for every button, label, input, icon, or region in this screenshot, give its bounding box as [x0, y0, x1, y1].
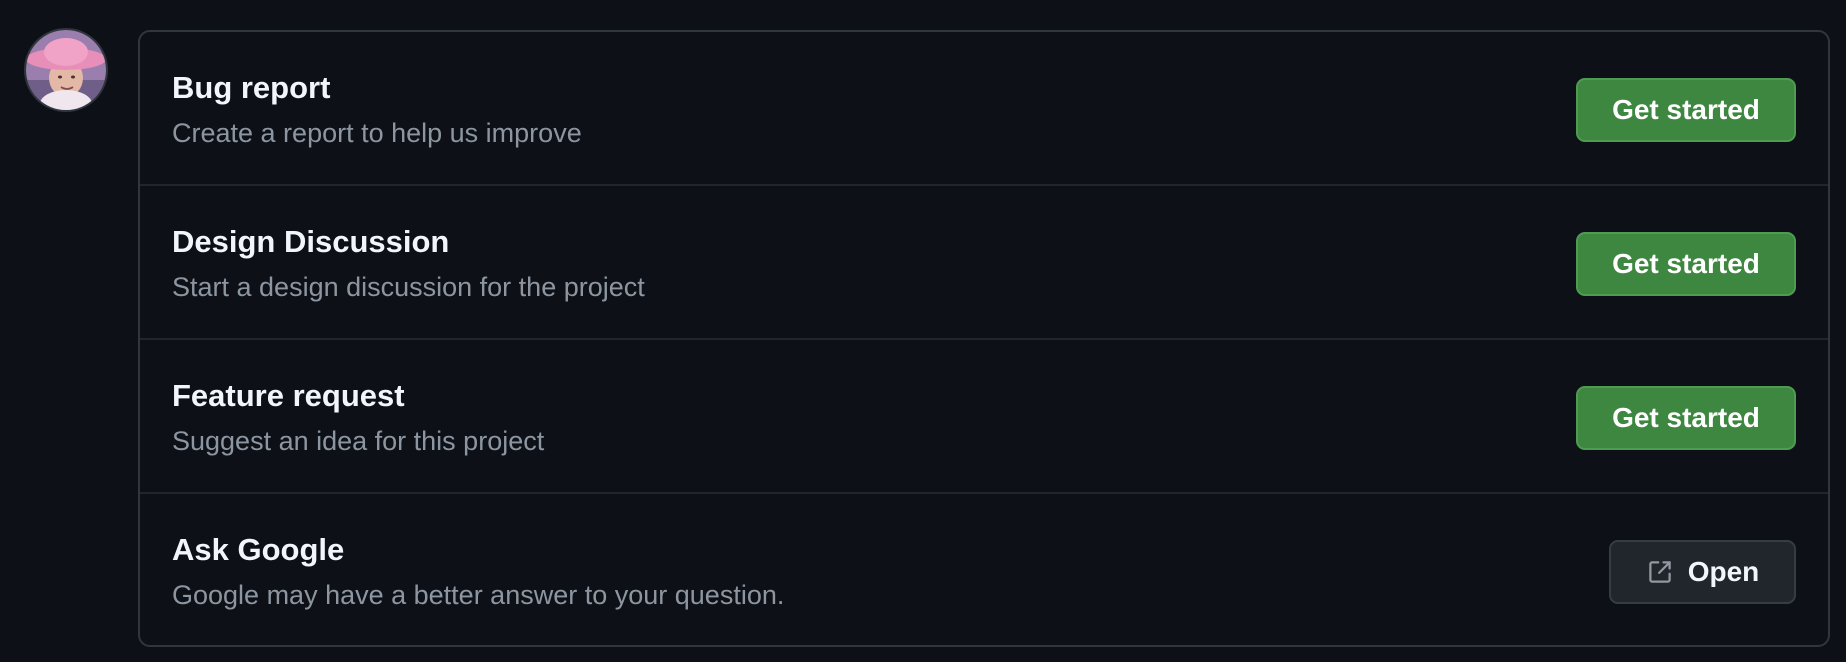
template-row-feature-request: Feature request Suggest an idea for this… [140, 340, 1828, 494]
get-started-button[interactable]: Get started [1576, 232, 1796, 296]
get-started-button[interactable]: Get started [1576, 386, 1796, 450]
template-title: Bug report [172, 70, 331, 105]
open-link-button[interactable]: Open [1609, 540, 1796, 604]
avatar-image [26, 30, 106, 110]
template-row-ask-google: Ask Google Google may have a better answ… [140, 494, 1828, 645]
issue-template-chooser: Bug report Create a report to help us im… [0, 0, 1846, 662]
template-title: Feature request [172, 378, 405, 413]
template-title: Ask Google [172, 532, 345, 567]
get-started-button[interactable]: Get started [1576, 78, 1796, 142]
template-description: Create a report to help us improve [172, 118, 582, 148]
template-description: Google may have a better answer to your … [172, 580, 785, 610]
link-external-icon [1646, 558, 1674, 586]
template-description: Start a design discussion for the projec… [172, 272, 645, 302]
avatar[interactable] [26, 30, 106, 110]
template-list: Bug report Create a report to help us im… [138, 30, 1830, 647]
template-title: Design Discussion [172, 224, 450, 259]
open-button-label: Open [1687, 556, 1760, 587]
template-row-design-discussion: Design Discussion Start a design discuss… [140, 186, 1828, 340]
template-row-bug-report: Bug report Create a report to help us im… [140, 32, 1828, 186]
template-description: Suggest an idea for this project [172, 426, 545, 456]
